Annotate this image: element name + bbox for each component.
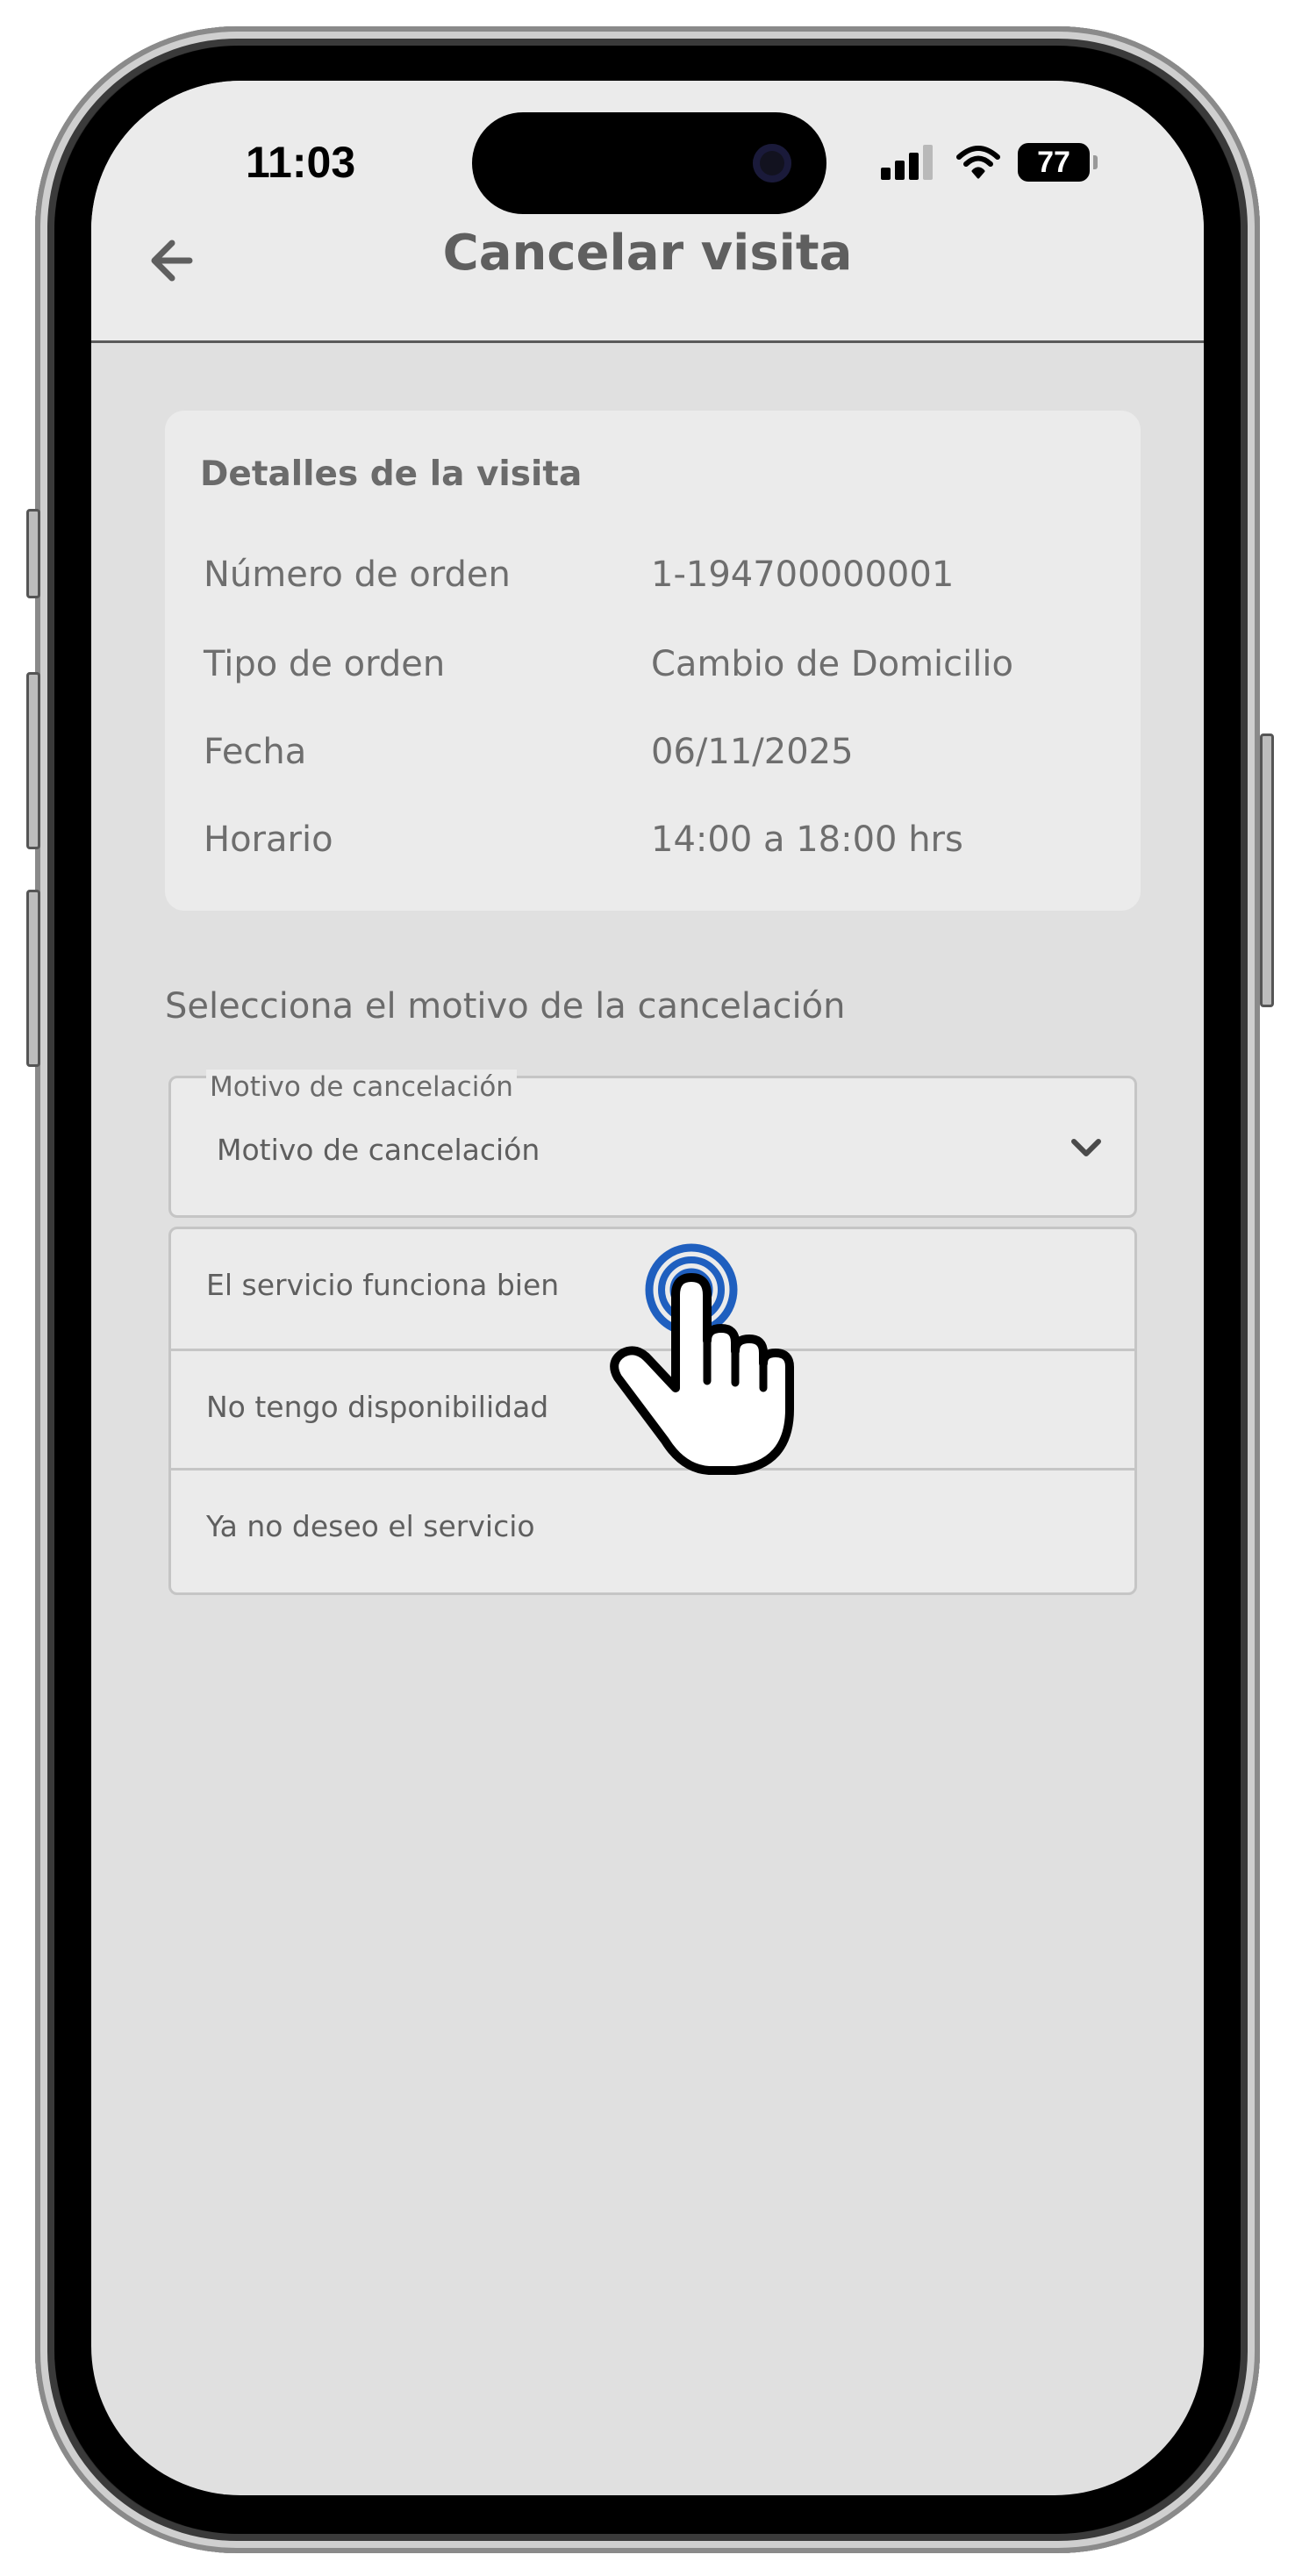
schedule-value: 14:00 a 18:00 hrs — [651, 819, 963, 860]
select-floating-label: Motivo de cancelación — [206, 1070, 517, 1105]
cancel-reason-heading: Selecciona el motivo de la cancelación — [165, 986, 846, 1027]
visit-details-card: Detalles de la visita Número de orden 1-… — [165, 411, 1141, 911]
volume-down-button — [26, 890, 40, 1067]
option-no-longer-want[interactable]: Ya no deseo el servicio — [171, 1468, 1134, 1590]
option-label: El servicio funciona bien — [206, 1268, 560, 1302]
schedule-label: Horario — [204, 819, 333, 860]
page-title: Cancelar visita — [442, 225, 853, 282]
status-time: 11:03 — [246, 138, 356, 187]
card-title: Detalles de la visita — [200, 454, 583, 494]
order-type-value: Cambio de Domicilio — [651, 644, 1013, 684]
order-number-label: Número de orden — [204, 555, 511, 595]
order-number-value: 1-194700000001 — [651, 555, 955, 595]
power-button — [1260, 733, 1274, 1007]
cancel-reason-select[interactable]: Motivo de cancelación Motivo de cancelac… — [168, 1070, 1137, 1218]
tap-hand-cursor-icon — [610, 1243, 794, 1475]
camera-icon — [753, 144, 791, 182]
app-header: 11:03 77 Cancelar visita — [91, 81, 1204, 343]
screen: 11:03 77 Cancelar visita Detalles de la … — [91, 81, 1204, 2495]
battery-icon: 77 — [1018, 143, 1098, 182]
option-label: No tengo disponibilidad — [206, 1390, 549, 1424]
volume-up-button — [26, 672, 40, 849]
chevron-down-icon[interactable] — [1062, 1124, 1110, 1171]
date-value: 06/11/2025 — [651, 732, 854, 772]
dynamic-island — [472, 112, 826, 214]
order-type-label: Tipo de orden — [204, 644, 446, 684]
wifi-icon — [956, 146, 1000, 179]
status-icons: 77 — [881, 142, 1098, 182]
select-value: Motivo de cancelación — [217, 1133, 540, 1167]
cellular-signal-icon — [881, 145, 937, 180]
battery-level: 77 — [1037, 145, 1070, 179]
option-label: Ya no deseo el servicio — [206, 1509, 535, 1543]
action-button — [26, 509, 40, 598]
date-label: Fecha — [204, 732, 307, 772]
